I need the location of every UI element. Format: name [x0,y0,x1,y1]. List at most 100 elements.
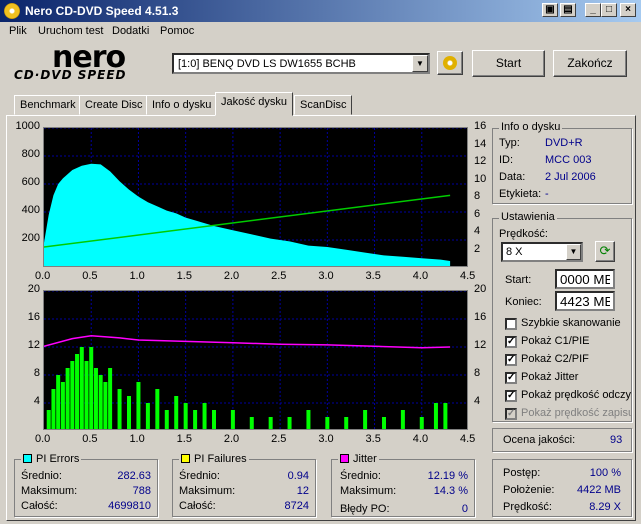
x-tick-label: 4.5 [460,270,476,282]
end-input[interactable] [555,291,615,311]
chevron-down-icon[interactable]: ▼ [412,55,428,72]
y-tick-label: 16 [27,311,40,323]
x-tick-label: 4.5 [460,433,476,445]
pi-errors-area [44,163,451,266]
pi-failure-bar [46,410,51,429]
tab-jakosc-dysku[interactable]: Jakość dysku [215,92,294,116]
checkbox-label-0: Szybkie skanowanie [521,317,621,329]
pi-failure-bar [400,410,405,429]
start-button[interactable]: Start [472,50,545,77]
pi-errors-swatch [23,454,32,463]
app-icon [4,3,20,19]
pi-failure-bar [382,417,386,429]
checkbox-label-3: Pokaż Jitter [521,371,579,383]
jitter-avg-label: Średnio: [340,470,381,482]
type-label: Typ: [499,137,520,149]
pi-failure-bar [174,396,179,429]
close-button[interactable]: × [620,3,636,17]
progress-group: Postęp: 100 % Położenie: 4422 MB Prędkoś… [492,459,632,517]
pi-failures-title: PI Failures [194,453,247,465]
label-label: Etykieta: [499,188,542,200]
pi-errors-title: PI Errors [36,453,80,465]
pi-failure-bar [363,410,368,429]
pi-failure-bar [344,417,349,429]
menu-uruchom-test[interactable]: Uruchom test [38,25,103,37]
exit-button[interactable]: Zakończ [553,50,627,77]
pi-failure-bar [202,403,207,429]
y-tick-label: 8 [33,367,40,379]
pi-failure-bar [306,410,311,429]
pi-failure-bar [65,368,70,429]
window-title: Nero CD-DVD Speed 4.51.3 [25,4,179,18]
minimize-button[interactable]: _ [585,3,601,17]
x-tick-label: 2.5 [271,270,287,282]
pi-failure-bar [79,347,84,429]
y2-tick-label: 20 [474,283,487,295]
refresh-drive-button[interactable] [437,51,463,75]
disc-refresh-icon [443,56,457,70]
drive-select-value: [1:0] BENQ DVD LS DW1655 BCHB [178,58,356,70]
type-value: DVD+R [545,137,583,149]
y2-tick-label: 12 [474,155,487,167]
pi-failure-bar [103,382,108,429]
pie-max-label: Maksimum: [21,485,78,497]
pi-failure-bar [98,375,103,429]
x-tick-label: 0.0 [35,433,51,445]
tab-benchmark[interactable]: Benchmark [14,95,82,115]
speed-refresh-button[interactable]: ⟳ [595,241,615,262]
drive-select[interactable]: [1:0] BENQ DVD LS DW1655 BCHB ▼ [172,53,430,74]
pi-failure-bar [287,417,292,429]
pi-failures-swatch [181,454,190,463]
pi-failure-bar [108,368,113,429]
maximize-button[interactable]: □ [601,3,617,17]
checkbox-3[interactable]: ✓ [505,372,517,384]
pi-failure-bar [230,410,235,429]
checkbox-2[interactable]: ✓ [505,354,517,366]
x-tick-label: 1.5 [176,433,192,445]
y2-tick-label: 8 [474,367,481,379]
pif-max-value: 12 [296,485,309,497]
pi-failure-bar [117,389,122,429]
pi-failure-bar [155,389,160,429]
x-tick-label: 1.0 [129,270,145,282]
checkbox-1[interactable]: ✓ [505,336,517,348]
pi-failure-bar [60,382,65,429]
copy-icon[interactable]: ▤ [560,3,576,17]
tab-info-o-dysku[interactable]: Info o dysku [146,95,218,115]
menu-plik[interactable]: Plik [9,25,27,37]
start-label: Start: [505,274,532,286]
pif-avg-label: Średnio: [179,470,220,482]
checkbox-5: ✓ [505,408,517,420]
pif-total-label: Całość: [179,500,216,512]
start-input[interactable] [555,269,615,289]
y-tick-label: 200 [21,232,40,244]
y-tick-label: 20 [27,283,40,295]
checkbox-label-5: Pokaż prędkość zapisu [521,407,631,419]
chevron-down-icon[interactable]: ▼ [566,244,581,260]
y2-tick-label: 2 [474,242,481,255]
y2-tick-label: 16 [474,120,487,132]
menu-dodatki[interactable]: Dodatki [112,25,149,37]
quality-value: 93 [610,434,623,446]
pi-failure-bar [268,417,273,429]
checkbox-label-1: Pokaż C1/PIE [521,335,590,347]
y2-tick-label: 4 [474,225,481,237]
tab-scandisc[interactable]: ScanDisc [294,95,353,115]
jitter-max-value: 14.3 % [433,485,468,497]
menu-bar: Plik Uruchom test Dodatki Pomoc [0,22,641,41]
help-icon[interactable]: ▣ [542,3,558,17]
checkbox-0[interactable] [505,318,517,330]
y-tick-label: 800 [21,148,40,160]
tab-create-disc[interactable]: Create Disc [79,95,149,115]
y2-tick-label: 14 [474,137,487,150]
pi-failure-bar [433,403,438,429]
speed-select[interactable]: 8 X ▼ [501,242,583,262]
checkbox-4[interactable]: ✓ [505,390,517,402]
settings-group: Ustawienia Prędkość: 8 X ▼ ⟳ Start: Koni… [492,211,632,422]
nero-logo: nero CD·DVD SPEED [14,40,127,82]
x-tick-label: 2.0 [223,433,240,445]
pie-total-label: Całość: [21,500,58,512]
po-errors-value: 0 [461,503,468,515]
menu-pomoc[interactable]: Pomoc [160,25,194,37]
pi-failure-bar [193,410,198,429]
